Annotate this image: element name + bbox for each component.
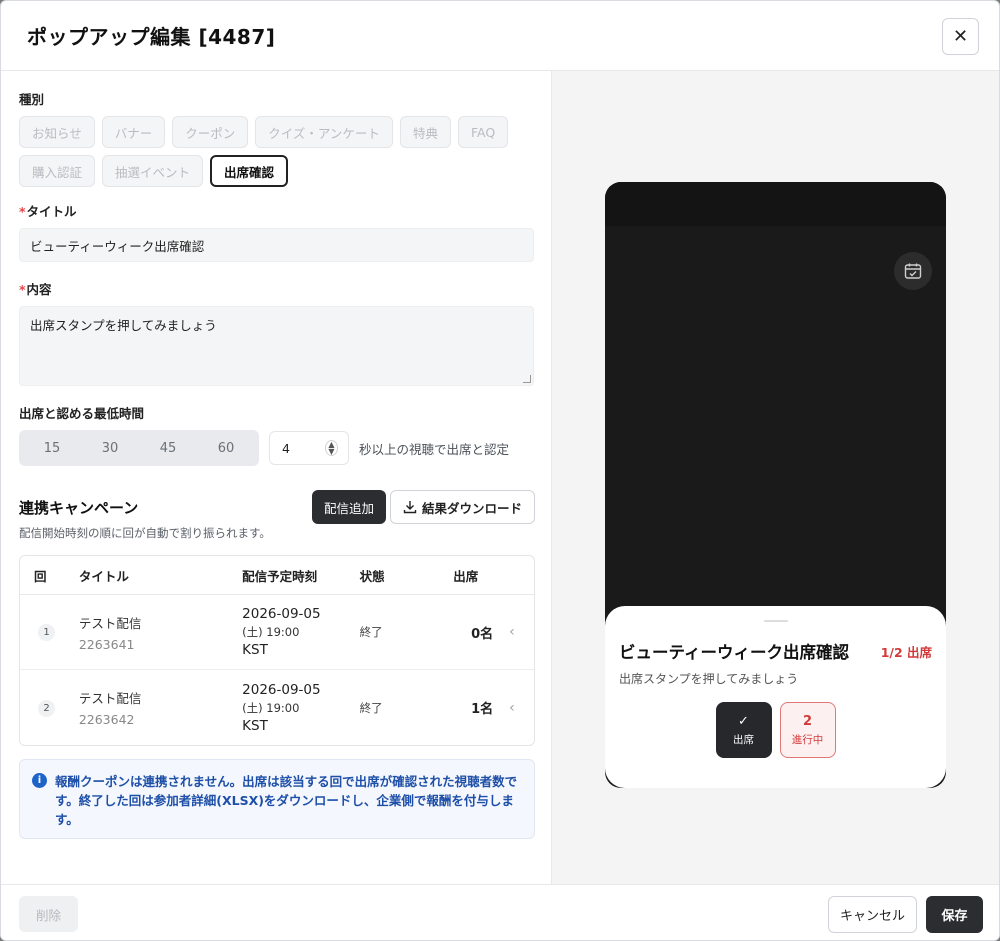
row-title: テスト配信: [78, 615, 142, 631]
type-chip-quiz[interactable]: クイズ・アンケート: [255, 116, 393, 148]
preset-30[interactable]: 30: [102, 441, 119, 456]
add-broadcast-button[interactable]: 配信追加: [311, 490, 386, 524]
close-button[interactable]: ✕: [942, 18, 979, 55]
title-input[interactable]: ビューティーウィーク出席確認: [19, 228, 534, 262]
phone-preview: ビューティーウィーク出席確認 1/2 出席 出席スタンプを押してみましょう ✓ …: [605, 182, 946, 788]
row-attendance: 0名: [471, 626, 494, 642]
info-icon: i: [32, 773, 47, 788]
type-chip-banner[interactable]: バナー: [101, 116, 166, 148]
notice-text: 報酬クーポンは連携されません。出席は該当する回で出席が確認された視聴者数です。終…: [55, 774, 518, 827]
popup-edit-modal: ポップアップ編集 [4487] ✕ 種別 お知らせ バナー クーポン クイズ・ア…: [0, 0, 1000, 941]
type-chip-coupon[interactable]: クーポン: [172, 116, 249, 148]
modal-footer: 削除 キャンセル 保存: [1, 884, 999, 940]
required-mark: *: [19, 282, 26, 297]
modal-body: 種別 お知らせ バナー クーポン クイズ・アンケート 特典 FAQ 購入認証 抽…: [1, 71, 999, 884]
type-chip-faq[interactable]: FAQ: [457, 116, 509, 148]
cancel-button[interactable]: キャンセル: [828, 896, 917, 933]
row-date: 2026-09-05: [242, 681, 321, 698]
stamp-round-2[interactable]: 2 進行中: [779, 702, 836, 758]
preview-panel: ビューティーウィーク出席確認 1/2 出席 出席スタンプを押してみましょう ✓ …: [551, 71, 999, 884]
preset-15[interactable]: 15: [44, 441, 61, 456]
delete-button[interactable]: 削除: [19, 896, 78, 932]
campaign-table: 回 タイトル 配信予定時刻 状態 出席 1 テスト配信 2263641 2026…: [19, 555, 535, 746]
min-time-input[interactable]: 4 ▲ ▼: [269, 431, 349, 465]
download-results-button[interactable]: 結果ダウンロード: [389, 490, 535, 524]
attendance-sheet: ビューティーウィーク出席確認 1/2 出席 出席スタンプを押してみましょう ✓ …: [605, 606, 946, 788]
chevron-left-icon[interactable]: ‹: [509, 700, 534, 716]
download-icon: [403, 501, 417, 514]
min-time-label: 出席と認める最低時間: [19, 406, 145, 421]
col-title: タイトル: [78, 568, 129, 584]
table-row[interactable]: 1 テスト配信 2263641 2026-09-05 (土) 19:00 KST…: [20, 595, 534, 670]
calendar-check-icon[interactable]: [894, 252, 932, 290]
row-date: 2026-09-05: [242, 606, 321, 622]
row-timezone: KST: [242, 642, 268, 658]
save-button[interactable]: 保存: [926, 896, 983, 933]
phone-status-area: [605, 182, 946, 226]
type-chip-attendance[interactable]: 出席確認: [210, 155, 289, 187]
campaign-title: 連携キャンペーン: [19, 499, 139, 517]
campaign-subtitle: 配信開始時刻の順に回が自動で割り振られます。: [19, 526, 271, 540]
row-title: テスト配信: [78, 691, 142, 706]
stamp-round-1[interactable]: ✓ 出席: [715, 702, 772, 758]
content-label: *内容: [19, 282, 52, 297]
table-header: 回 タイトル 配信予定時刻 状態 出席: [20, 556, 534, 595]
modal-header: ポップアップ編集 [4487] ✕: [1, 1, 999, 71]
round-badge: 2: [38, 699, 55, 717]
preview-message: 出席スタンプを押してみましょう: [619, 672, 799, 686]
type-chip-notice[interactable]: お知らせ: [19, 116, 95, 148]
content-textarea[interactable]: 出席スタンプを押してみましょう: [19, 306, 534, 386]
type-label: 種別: [19, 92, 45, 107]
modal-title: ポップアップ編集 [4487]: [27, 25, 276, 49]
col-attendance: 出席: [453, 568, 479, 584]
preview-count: 1/2 出席: [880, 644, 932, 660]
required-mark: *: [19, 204, 26, 219]
row-time: (土) 19:00: [242, 625, 300, 639]
min-time-presets: 15 30 45 60: [19, 430, 259, 466]
round-badge: 1: [38, 624, 55, 641]
number-stepper-icon[interactable]: ▲ ▼: [325, 440, 338, 456]
type-chip-purchase-verify[interactable]: 購入認証: [19, 155, 96, 187]
table-row[interactable]: 2 テスト配信 2263642 2026-09-05 (土) 19:00 KST…: [20, 670, 534, 745]
type-chips: お知らせ バナー クーポン クイズ・アンケート 特典 FAQ 購入認証 抽選イベ…: [19, 116, 539, 187]
preview-title: ビューティーウィーク出席確認: [619, 643, 850, 662]
close-icon: ✕: [952, 26, 969, 47]
checkmark-icon: ✓: [738, 713, 749, 729]
resize-handle-icon[interactable]: [523, 375, 531, 383]
row-time: (土) 19:00: [242, 700, 300, 715]
row-timezone: KST: [242, 717, 268, 734]
col-state: 状態: [359, 568, 385, 584]
info-notice: i 報酬クーポンは連携されません。出席は該当する回で出席が確認された視聴者数です…: [19, 759, 535, 839]
min-time-row: 15 30 45 60 4 ▲ ▼ 秒以上の視聴で出席と認定: [19, 430, 535, 466]
chevron-left-icon[interactable]: ‹: [509, 624, 534, 640]
stamp-list: ✓ 出席 2 進行中: [619, 702, 932, 758]
row-id: 2263641: [78, 636, 135, 652]
row-state: 終了: [359, 700, 383, 715]
col-scheduled-time: 配信予定時刻: [242, 568, 318, 584]
col-round: 回: [34, 568, 47, 584]
sheet-handle[interactable]: [763, 620, 788, 622]
edit-form: 種別 お知らせ バナー クーポン クイズ・アンケート 特典 FAQ 購入認証 抽…: [1, 71, 551, 884]
preset-60[interactable]: 60: [218, 441, 235, 456]
campaign-header: 連携キャンペーン 配信開始時刻の順に回が自動で割り振られます。 配信追加 結果ダ…: [19, 490, 535, 541]
title-label: *タイトル: [19, 204, 77, 219]
row-id: 2263642: [78, 712, 135, 727]
row-state: 終了: [359, 625, 383, 639]
preset-45[interactable]: 45: [160, 441, 177, 456]
type-chip-benefit[interactable]: 特典: [399, 116, 451, 148]
row-attendance: 1名: [471, 702, 494, 717]
type-chip-lottery[interactable]: 抽選イベント: [102, 155, 204, 187]
min-time-note: 秒以上の視聴で出席と認定: [359, 441, 510, 457]
